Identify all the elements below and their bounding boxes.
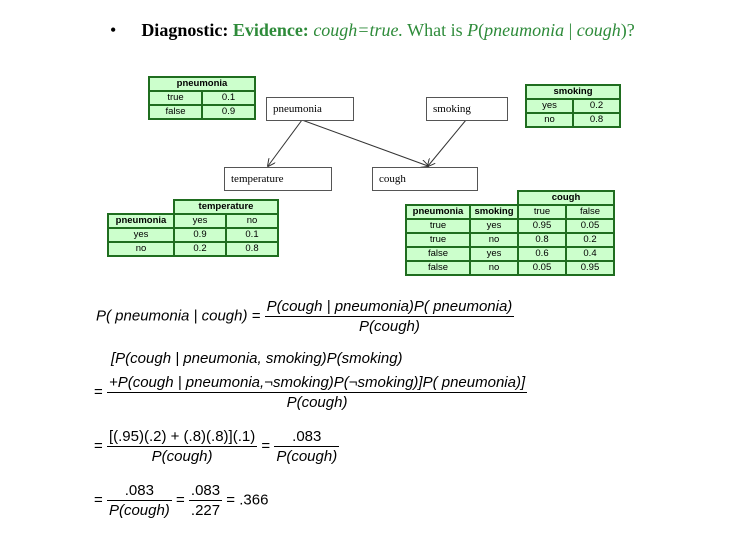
cpt-cell: 0.8 xyxy=(225,241,279,257)
cpt-smoking-title: smoking xyxy=(527,86,619,98)
cpt-pneumonia-title: pneumonia xyxy=(150,78,254,90)
eq1-fraction: P(cough | pneumonia)P( pneumonia) P(coug… xyxy=(264,298,515,335)
cpt-cell: 0.2 xyxy=(574,100,619,112)
eq3-equals-2: = xyxy=(261,437,271,455)
node-smoking: smoking xyxy=(426,97,508,121)
eq4-equals-2: = xyxy=(175,491,185,509)
eq4-equals: = xyxy=(94,491,103,509)
equation-result: = .083 P(cough) = .083 .227 = .366 xyxy=(94,482,268,519)
edge-pneumonia-temperature xyxy=(268,119,303,166)
eq1-lhs: P( pneumonia | cough) = xyxy=(96,307,261,325)
cpt-cell: 0.2 xyxy=(565,232,615,248)
cpt-cell: no xyxy=(469,260,519,276)
equation-expanded: = +P(cough | pneumonia,¬smoking)P(¬smoki… xyxy=(94,374,528,411)
eq2-equals: = xyxy=(94,383,103,401)
cpt-temperature: temperature pneumonia yes no yes 0.9 0.1… xyxy=(107,199,279,257)
cpt-cell: true xyxy=(405,218,471,234)
cpt-blank xyxy=(407,192,517,204)
eq3-fraction: [(.95)(.2) + (.8)(.8)](.1) P(cough) xyxy=(106,428,258,465)
cpt-cough: cough pneumonia smoking true false true … xyxy=(405,190,615,276)
eq3-numerator: [(.95)(.2) + (.8)(.8)](.1) xyxy=(106,428,258,447)
cpt-cell: 0.6 xyxy=(517,246,567,262)
cpt-cell: true xyxy=(150,92,201,104)
eq2-line1: [P(cough | pneumonia, smoking)P(smoking) xyxy=(111,350,403,367)
cpt-cell: 0.9 xyxy=(173,227,227,243)
cpt-cell: 0.95 xyxy=(565,260,615,276)
eq4-denominator-2: .227 xyxy=(190,502,221,519)
cpt-cell: 0.05 xyxy=(565,218,615,234)
eq3-numerator-2: .083 xyxy=(274,428,340,447)
cpt-temperature-title: temperature xyxy=(173,199,279,215)
cpt-cell: false xyxy=(405,246,471,262)
cpt-temperature-parent: pneumonia xyxy=(107,213,175,229)
cpt-cell: 0.9 xyxy=(203,106,254,118)
eq4-numerator-2: .083 xyxy=(188,482,223,501)
cpt-cell: no xyxy=(107,241,175,257)
eq3-equals: = xyxy=(94,437,103,455)
cpt-cell: 0.8 xyxy=(574,114,619,126)
eq4-result: = .366 xyxy=(226,491,269,509)
eq2-fraction: +P(cough | pneumonia,¬smoking)P(¬smoking… xyxy=(106,374,528,411)
edge-pneumonia-cough xyxy=(301,119,428,166)
eq4-fraction: .083 P(cough) xyxy=(106,482,172,519)
eq1-denominator: P(cough) xyxy=(359,318,420,335)
cpt-col: yes xyxy=(173,213,227,229)
cpt-cell: 0.2 xyxy=(173,241,227,257)
cpt-cough-parent: pneumonia xyxy=(405,204,471,220)
eq3-fraction-2: .083 P(cough) xyxy=(274,428,340,465)
cpt-col: no xyxy=(225,213,279,229)
eq4-numerator: .083 xyxy=(106,482,172,501)
node-temperature: temperature xyxy=(224,167,332,191)
eq4-fraction-2: .083 .227 xyxy=(188,482,223,519)
cpt-cell: yes xyxy=(469,218,519,234)
cpt-cell: no xyxy=(469,232,519,248)
cpt-col: true xyxy=(517,204,567,220)
cpt-cough-parent: smoking xyxy=(469,204,519,220)
equation-bayes: P( pneumonia | cough) = P(cough | pneumo… xyxy=(96,298,515,335)
cpt-cell: 0.95 xyxy=(517,218,567,234)
eq4-denominator: P(cough) xyxy=(108,502,170,519)
cpt-cell: yes xyxy=(527,100,572,112)
cpt-cell: 0.4 xyxy=(565,246,615,262)
cpt-pneumonia: pneumonia true 0.1 false 0.9 xyxy=(148,76,256,120)
eq2-numerator: +P(cough | pneumonia,¬smoking)P(¬smoking… xyxy=(106,374,528,393)
equation-substituted: = [(.95)(.2) + (.8)(.8)](.1) P(cough) = … xyxy=(94,428,340,465)
cpt-col: false xyxy=(565,204,615,220)
cpt-cell: 0.8 xyxy=(517,232,567,248)
node-cough: cough xyxy=(372,167,478,191)
cpt-cough-title: cough xyxy=(517,190,615,206)
cpt-cell: 0.1 xyxy=(225,227,279,243)
cpt-cell: yes xyxy=(469,246,519,262)
eq3-denominator-2: P(cough) xyxy=(276,448,338,465)
node-pneumonia: pneumonia xyxy=(266,97,354,121)
cpt-cell: no xyxy=(527,114,572,126)
edge-smoking-cough xyxy=(428,119,467,166)
eq1-numerator: P(cough | pneumonia)P( pneumonia) xyxy=(264,298,515,317)
cpt-cell: false xyxy=(405,260,471,276)
eq3-denominator: P(cough) xyxy=(151,448,213,465)
cpt-cell: true xyxy=(405,232,471,248)
cpt-cell: 0.1 xyxy=(203,92,254,104)
cpt-cell: 0.05 xyxy=(517,260,567,276)
cpt-cell: false xyxy=(150,106,201,118)
cpt-cell: yes xyxy=(107,227,175,243)
cpt-blank xyxy=(109,201,173,213)
cpt-smoking: smoking yes 0.2 no 0.8 xyxy=(525,84,621,128)
eq2-denominator: P(cough) xyxy=(286,394,348,411)
